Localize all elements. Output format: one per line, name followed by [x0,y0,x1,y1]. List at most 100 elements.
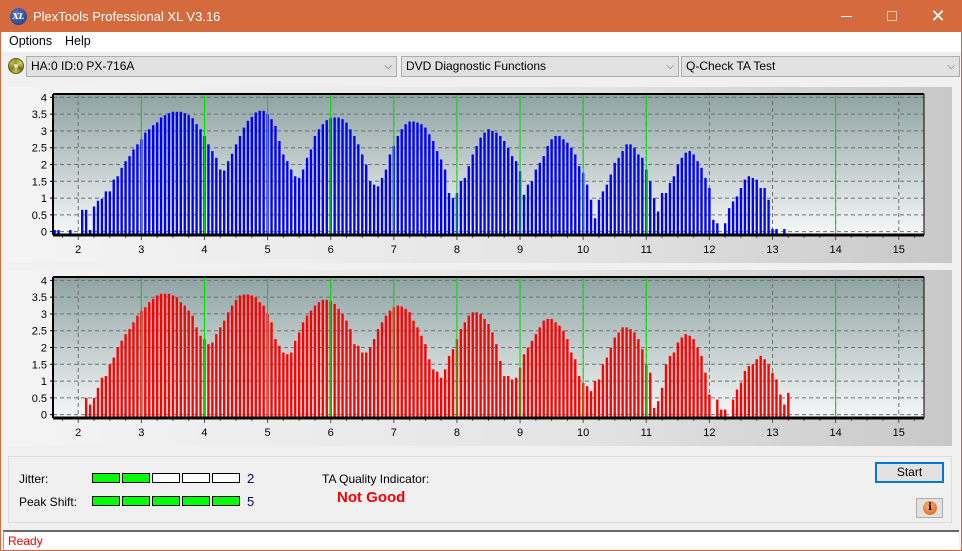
histogram-bar [562,330,565,419]
histogram-bar [412,121,415,236]
meter-segment [122,473,150,483]
histogram-bar [317,302,321,419]
histogram-bar [155,295,159,419]
histogram-bar [775,379,778,419]
histogram-bar [558,325,561,419]
histogram-bar [743,371,747,419]
histogram-bar [333,117,336,236]
x-tick-label: 9 [517,427,523,439]
info-icon: i [923,501,937,515]
jitter-value: 2 [247,471,255,486]
histogram-bar [380,177,384,236]
histogram-bar [361,352,364,419]
histogram-bar [664,193,668,236]
histogram-bar [471,312,474,419]
histogram-bar [432,369,435,419]
histogram-bar [278,345,281,419]
start-button[interactable]: Start [875,462,944,483]
histogram-bar [238,295,242,419]
histogram-bar [542,320,545,419]
histogram-bar [676,164,680,236]
histogram-bar [368,181,372,236]
histogram-bar [436,371,439,419]
histogram-bar [542,156,545,236]
meter-segment [182,496,210,506]
histogram-bar [451,349,455,419]
histogram-bar [286,354,289,419]
histogram-bar [514,377,518,419]
histogram-bar [672,352,676,419]
histogram-bar [700,355,703,419]
histogram-bar [238,135,242,236]
bottom-chart-panel: 0 0.5 1 1.5 2 2.5 3 3.5 4 2 3 4 5 6 7 8 9 10 11 12 13 14 15 [8,270,952,446]
histogram-bar [219,327,222,419]
histogram-bar [357,345,360,419]
histogram-bar [191,315,194,419]
histogram-bar [388,310,392,419]
app-logo-icon: XL [10,8,27,25]
histogram-bar [443,369,447,419]
histogram-bar [148,302,151,419]
minimize-button[interactable] [823,1,869,32]
histogram-bar [562,139,565,236]
x-tick-label: 11 [641,244,652,256]
histogram-bar [609,174,612,236]
histogram-bar [242,294,246,419]
histogram-bar [585,386,589,419]
menu-help[interactable]: Help [65,34,91,48]
histogram-bar [297,332,301,419]
histogram-bar [763,188,766,236]
test-select[interactable]: Q-Check TA Test ⌵ [681,56,960,77]
y-tick-label: 2 [41,343,47,355]
histogram-bar [499,360,502,419]
histogram-bar [487,324,490,419]
histogram-bar [199,335,202,419]
histogram-bar [735,389,739,419]
histogram-bar [112,357,115,419]
histogram-bar [735,196,739,236]
histogram-bar [447,193,451,236]
histogram-bar [92,206,96,236]
histogram-bar [613,337,616,419]
histogram-bar [353,344,356,419]
histogram-bar [96,387,100,419]
histogram-bar [357,144,360,236]
histogram-bar [223,170,226,236]
histogram-bar [294,176,297,236]
histogram-bar [424,127,427,236]
chevron-down-icon: ⌵ [666,61,674,72]
histogram-bar [278,141,281,236]
histogram-bar [704,372,707,419]
info-button[interactable]: i [916,498,943,518]
histogram-bar [100,377,104,419]
maximize-button[interactable] [869,1,915,32]
histogram-bar [755,179,758,236]
close-button[interactable]: ✕ [915,1,961,32]
chevron-down-icon: ⌵ [384,61,392,72]
histogram-bar [309,149,313,236]
histogram-bar [108,191,111,236]
histogram-bar [211,151,214,236]
histogram-bar [459,329,463,419]
histogram-bar [136,144,139,236]
drive-select[interactable]: HA:0 ID:0 PX-716A ⌵ [26,56,397,77]
x-tick-label: 7 [391,244,397,256]
histogram-bar [92,397,96,419]
function-select[interactable]: DVD Diagnostic Functions ⌵ [401,56,679,77]
meter-segment [152,496,180,506]
drive-select-value: HA:0 ID:0 PX-716A [31,59,135,73]
y-tick-label: 4 [41,92,47,104]
histogram-bar [759,355,762,419]
histogram-bar [526,184,530,236]
histogram-bar [317,129,321,236]
histogram-bar [305,157,309,236]
histogram-bar [384,315,388,419]
histogram-bar [700,167,703,236]
histogram-bar [609,347,612,419]
histogram-bar [589,199,593,236]
menu-options[interactable]: Options [9,34,52,48]
histogram-bar [763,359,766,419]
histogram-bar [376,186,380,236]
histogram-bar [459,181,463,236]
histogram-bar [321,299,325,419]
